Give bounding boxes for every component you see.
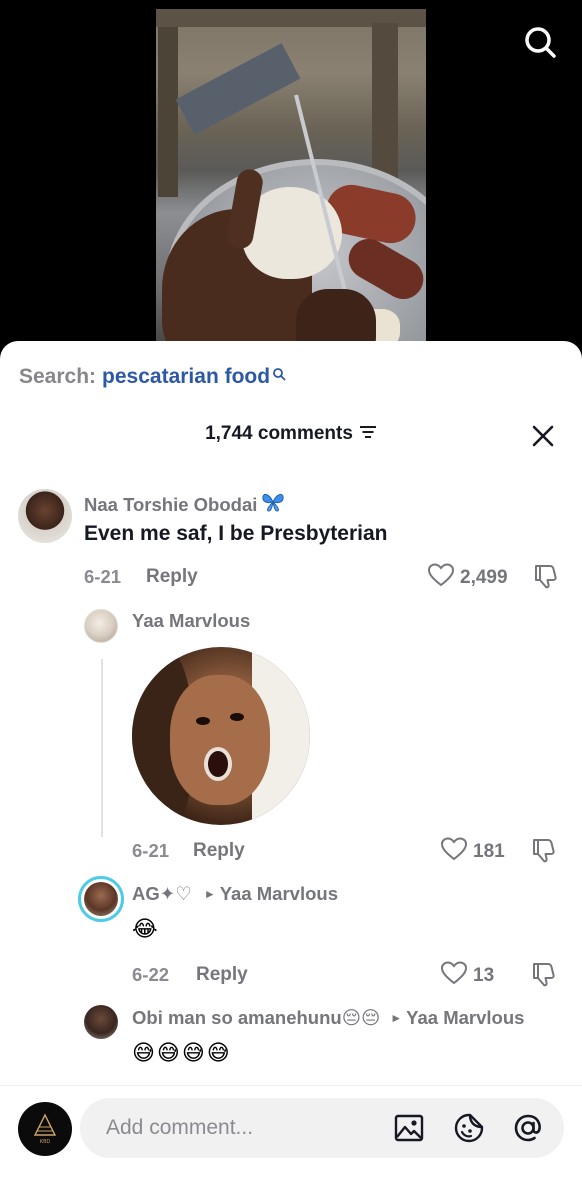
reply-button[interactable]: Reply (146, 566, 198, 588)
reply-button[interactable]: Reply (193, 840, 245, 862)
image-icon[interactable] (393, 1112, 425, 1144)
comment-composer: KBD (0, 1085, 582, 1199)
like-button[interactable]: 13 (440, 961, 495, 991)
comment-date: 6-21 (132, 840, 170, 861)
comment-input[interactable] (80, 1098, 564, 1158)
search-term-link[interactable]: pescatarian food (102, 365, 270, 389)
comments-header: 1,744 comments (0, 421, 582, 451)
avatar[interactable] (84, 1005, 118, 1039)
search-prefix: Search: (19, 365, 97, 388)
heart-icon (440, 837, 468, 867)
comment-username[interactable]: AG✦♡ ► Yaa Marvlous (132, 883, 338, 905)
heart-icon (427, 563, 455, 593)
comment-username[interactable]: Obi man so amanehunu😔😔 ► Yaa Marvlous (132, 1007, 524, 1029)
user-avatar[interactable]: KBD (18, 1102, 72, 1156)
comment-text: Even me saf, I be Presbyterian (84, 522, 388, 545)
thread-line (101, 659, 103, 837)
username-text: Obi man so amanehunu😔😔 (132, 1007, 381, 1028)
comment-date: 6-22 (132, 964, 170, 985)
dislike-icon[interactable] (530, 837, 556, 863)
comment-username[interactable]: Naa Torshie Obodai (84, 491, 285, 518)
reply-to-username[interactable]: Yaa Marvlous (406, 1007, 524, 1029)
reply-to-username[interactable]: Yaa Marvlous (220, 883, 338, 905)
like-button[interactable]: 2,499 (427, 563, 508, 593)
like-count: 13 (473, 965, 495, 986)
like-count: 181 (473, 841, 505, 862)
username-text: Yaa Marvlous (132, 610, 251, 631)
butterfly-icon (261, 491, 285, 518)
search-suggestion[interactable]: Search: pescatarian food (19, 365, 286, 389)
video-player[interactable] (0, 0, 582, 360)
sort-filter-icon[interactable] (359, 425, 377, 444)
dislike-icon[interactable] (530, 961, 556, 987)
reply-button[interactable]: Reply (196, 964, 248, 986)
mention-icon[interactable] (512, 1112, 544, 1144)
comments-sheet: Search: pescatarian food 1,744 comments (0, 341, 582, 1199)
avatar[interactable] (78, 876, 124, 922)
comment-username[interactable]: Yaa Marvlous (132, 610, 250, 632)
username-text: Naa Torshie Obodai (84, 493, 258, 515)
search-small-icon (272, 363, 286, 387)
reply-arrow-icon: ► (390, 1011, 403, 1025)
reply-arrow-icon: ► (203, 887, 216, 901)
avatar[interactable] (18, 489, 72, 543)
heart-icon (440, 961, 468, 991)
reaction-gif[interactable] (132, 647, 310, 825)
like-button[interactable]: 181 (440, 837, 505, 867)
comment-text: 😂 (132, 916, 160, 941)
username-text: AG✦♡ (132, 883, 192, 904)
avatar[interactable] (84, 609, 118, 643)
comment-text: 😅😅😅😅 (132, 1040, 232, 1065)
avatar-logo-text: KBD (40, 1139, 51, 1145)
like-count: 2,499 (460, 567, 508, 588)
sticker-icon[interactable] (453, 1112, 485, 1144)
comment-count: 1,744 comments (205, 423, 353, 444)
close-icon[interactable] (530, 423, 556, 449)
comment-date: 6-21 (84, 566, 122, 587)
video-thumbnail (156, 9, 426, 360)
dislike-icon[interactable] (532, 563, 558, 589)
search-icon[interactable] (520, 22, 560, 62)
